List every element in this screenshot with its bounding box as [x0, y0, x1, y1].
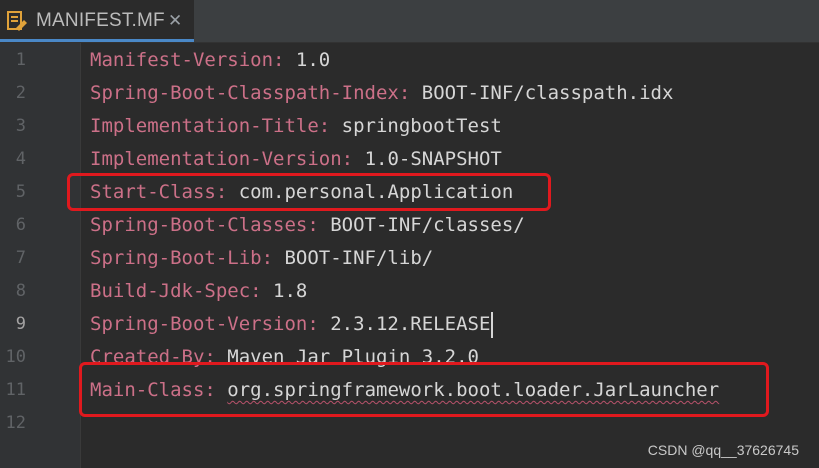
manifest-key: Build-Jdk-Spec: — [90, 280, 262, 302]
code-line-content: Build-Jdk-Spec: 1.8 — [90, 275, 307, 308]
manifest-value: BOOT-INF/classpath.idx — [421, 82, 674, 104]
code-line-content: Spring-Boot-Classpath-Index: BOOT-INF/cl… — [90, 77, 673, 110]
line-number: 4 — [15, 149, 26, 169]
line-number: 6 — [15, 215, 26, 235]
manifest-key: Implementation-Version: — [90, 148, 354, 170]
watermark: CSDN @qq__37626745 — [647, 442, 799, 458]
line-number: 5 — [15, 182, 26, 202]
manifest-value: 1.0 — [295, 49, 331, 71]
code-line[interactable]: Manifest-Version: 1.0 — [0, 44, 819, 77]
main-class-highlight — [79, 362, 769, 417]
start-class-highlight — [67, 173, 551, 211]
code-line-content: Implementation-Version: 1.0-SNAPSHOT — [90, 143, 502, 176]
code-line[interactable]: Spring-Boot-Classes: BOOT-INF/classes/ — [0, 209, 819, 242]
code-line-content: Spring-Boot-Classes: BOOT-INF/classes/ — [90, 209, 525, 242]
code-line-content: Manifest-Version: 1.0 — [90, 44, 330, 77]
line-number: 3 — [15, 116, 26, 136]
tab-manifest[interactable]: MANIFEST.MF ✕ — [0, 0, 194, 42]
code-line[interactable]: Spring-Boot-Version: 2.3.12.RELEASE — [0, 308, 819, 341]
code-line[interactable]: Spring-Boot-Lib: BOOT-INF/lib/ — [0, 242, 819, 275]
manifest-key: Spring-Boot-Classes: — [90, 214, 319, 236]
manifest-value: BOOT-INF/classes/ — [330, 214, 525, 236]
manifest-key: Spring-Boot-Classpath-Index: — [90, 82, 411, 104]
line-number: 12 — [5, 413, 26, 433]
manifest-key: Implementation-Title: — [90, 115, 331, 137]
manifest-key: Manifest-Version: — [90, 49, 285, 71]
code-line[interactable]: Implementation-Version: 1.0-SNAPSHOT — [0, 143, 819, 176]
manifest-key: Spring-Boot-Lib: — [90, 247, 274, 269]
line-number: 2 — [15, 83, 26, 103]
manifest-value: springbootTest — [341, 115, 502, 137]
line-number: 7 — [15, 248, 26, 268]
tab-label: MANIFEST.MF — [36, 10, 165, 31]
manifest-value: 2.3.12.RELEASE — [330, 313, 491, 335]
close-icon[interactable]: ✕ — [168, 11, 182, 31]
manifest-value: 1.8 — [273, 280, 308, 302]
manifest-value: BOOT-INF/lib/ — [284, 247, 434, 269]
line-number: 1 — [15, 50, 26, 70]
text-caret — [491, 311, 494, 338]
code-line-content: Spring-Boot-Version: 2.3.12.RELEASE — [90, 308, 494, 341]
code-line[interactable]: Implementation-Title: springbootTest — [0, 110, 819, 143]
code-line[interactable]: Build-Jdk-Spec: 1.8 — [0, 275, 819, 308]
code-line[interactable]: Spring-Boot-Classpath-Index: BOOT-INF/cl… — [0, 77, 819, 110]
manifest-value: 1.0-SNAPSHOT — [364, 148, 502, 170]
line-number: 11 — [5, 380, 26, 400]
manifest-file-icon — [6, 10, 28, 32]
line-number: 10 — [5, 347, 26, 367]
code-line-content: Implementation-Title: springbootTest — [90, 110, 502, 143]
code-line-content: Spring-Boot-Lib: BOOT-INF/lib/ — [90, 242, 433, 275]
line-number: 9 — [15, 314, 26, 334]
tab-bar: MANIFEST.MF ✕ — [0, 0, 819, 43]
line-number: 8 — [15, 281, 26, 301]
manifest-key: Spring-Boot-Version: — [90, 313, 319, 335]
